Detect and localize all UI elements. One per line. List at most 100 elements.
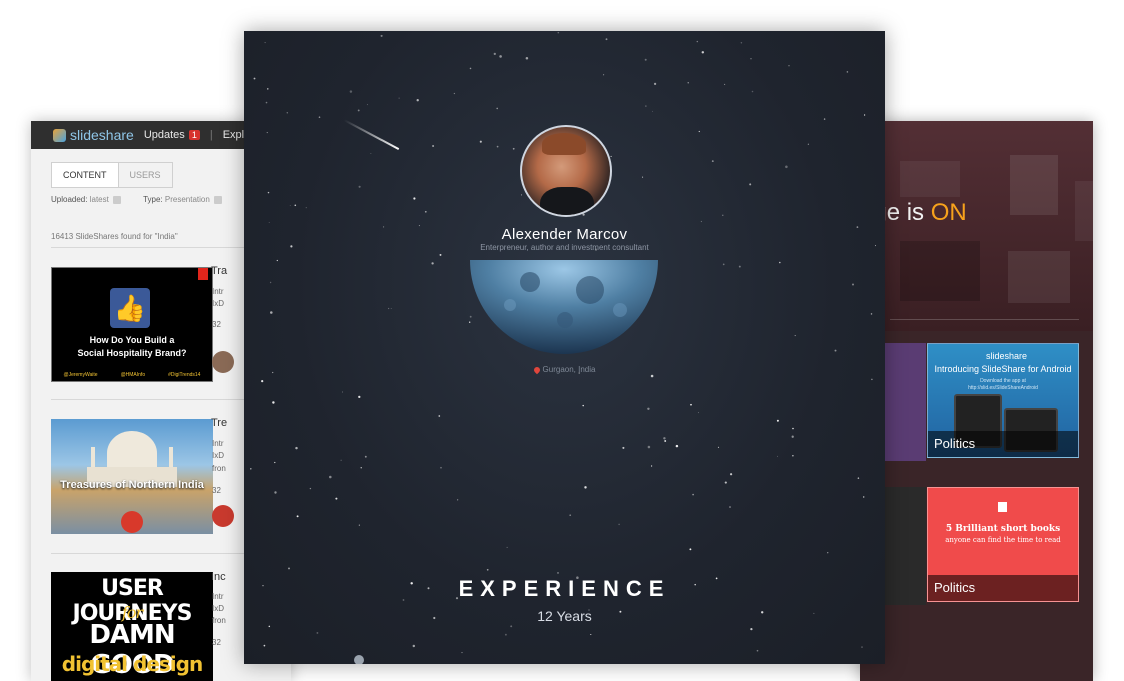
updates-link[interactable]: Updates 1 xyxy=(144,129,200,141)
star xyxy=(309,487,312,490)
star xyxy=(779,261,781,264)
hero-tile xyxy=(900,241,980,301)
star xyxy=(692,493,694,496)
star xyxy=(857,477,860,479)
result-thumbnail[interactable]: USER JOURNEYS for DAMN GOOD digital desi… xyxy=(51,572,213,681)
type-filter-value: Presentation xyxy=(164,195,210,204)
uploaded-filter-value: latest xyxy=(89,195,109,204)
star xyxy=(823,118,826,120)
star xyxy=(380,34,383,37)
star xyxy=(439,253,442,256)
star xyxy=(512,147,515,150)
star xyxy=(740,42,743,44)
star xyxy=(697,412,699,414)
star xyxy=(358,395,361,399)
star xyxy=(792,427,794,430)
card-title: Introducing SlideShare for Android xyxy=(934,364,1072,374)
result-meta: 32 xyxy=(212,320,221,329)
star xyxy=(340,459,342,461)
slideshare-logo[interactable]: slideshare xyxy=(53,127,134,143)
thumbnail-title: How Do You Build a Social Hospitality Br… xyxy=(77,335,187,358)
star xyxy=(424,210,427,213)
star xyxy=(751,90,754,93)
star xyxy=(689,548,692,551)
star xyxy=(335,497,338,500)
star xyxy=(294,204,297,207)
star xyxy=(496,145,499,148)
star xyxy=(675,444,679,448)
hero-headline-highlight: ON xyxy=(930,199,967,226)
star xyxy=(506,546,508,548)
author-avatar[interactable] xyxy=(212,505,234,527)
star xyxy=(390,308,392,309)
star xyxy=(269,281,272,284)
star xyxy=(268,222,270,224)
star xyxy=(329,475,332,479)
nav-separator: | xyxy=(209,129,213,141)
tab-users[interactable]: USERS xyxy=(118,162,173,188)
type-filter[interactable]: Type: Presentation xyxy=(143,195,223,204)
astronaut-icon xyxy=(354,655,364,664)
star xyxy=(357,109,360,112)
star xyxy=(870,313,873,315)
feature-card[interactable]: slideshare Introducing SlideShare for An… xyxy=(927,343,1079,458)
thumbnail-tags: @JeremyWaite @HMAInfo #DigiTrends14 xyxy=(52,372,212,378)
result-item[interactable]: 👍 How Do You Build a Social Hospitality … xyxy=(51,267,213,382)
result-item[interactable]: USER JOURNEYS for DAMN GOOD digital desi… xyxy=(51,572,213,681)
star xyxy=(557,31,560,34)
star xyxy=(664,440,667,442)
star xyxy=(270,311,273,314)
moon-graphic xyxy=(470,260,658,354)
star xyxy=(603,74,605,76)
star xyxy=(557,572,559,574)
thumbnail-title: Treasures of Northern India xyxy=(60,479,204,491)
star xyxy=(479,140,482,143)
star xyxy=(504,633,507,636)
star xyxy=(610,155,612,157)
star xyxy=(717,446,720,448)
author-avatar[interactable] xyxy=(212,351,234,373)
chevron-down-icon xyxy=(113,195,122,204)
result-title[interactable]: Inc xyxy=(211,571,226,583)
avatar-hair xyxy=(542,133,586,155)
star xyxy=(792,455,794,457)
star xyxy=(807,143,810,145)
star xyxy=(788,64,790,67)
uploaded-filter[interactable]: Uploaded: latest xyxy=(51,195,122,204)
feature-card[interactable]: 5 Brilliant short books anyone can find … xyxy=(927,487,1079,602)
adobe-logo-icon xyxy=(198,268,208,280)
hero-tile xyxy=(1075,181,1093,241)
avatar[interactable] xyxy=(520,125,612,217)
star xyxy=(650,374,654,378)
location-text: Gurgaon, India xyxy=(542,365,596,374)
card-subtitle: anyone can find the time to read xyxy=(945,536,1061,544)
result-item[interactable]: Treasures of Northern India xyxy=(51,419,213,534)
star xyxy=(644,58,647,61)
star xyxy=(584,486,587,489)
tab-content[interactable]: CONTENT xyxy=(51,162,119,188)
star xyxy=(274,491,277,494)
experience-value: 12 Years xyxy=(537,608,592,624)
updates-badge: 1 xyxy=(188,130,200,140)
star xyxy=(398,97,400,99)
map-pin-icon xyxy=(532,365,541,375)
card-subtitle: Download the app at http://slid.es/Slide… xyxy=(968,378,1038,391)
result-thumbnail[interactable]: 👍 How Do You Build a Social Hospitality … xyxy=(51,267,213,382)
star xyxy=(863,114,866,116)
result-title[interactable]: Tre xyxy=(211,417,227,429)
star xyxy=(438,415,441,417)
star xyxy=(687,82,689,84)
result-thumbnail[interactable]: Treasures of Northern India xyxy=(51,419,213,534)
card-logo: slideshare xyxy=(986,351,1028,361)
star xyxy=(413,197,416,200)
card-title: 5 Brilliant short books xyxy=(945,524,1061,534)
result-title[interactable]: Tra xyxy=(211,265,227,277)
star xyxy=(457,499,459,501)
avatar-shirt xyxy=(540,187,594,215)
star xyxy=(261,379,264,383)
star xyxy=(416,99,419,102)
star xyxy=(486,568,489,571)
updates-label: Updates xyxy=(143,129,185,141)
result-description: Intr xyxy=(212,592,224,601)
star xyxy=(722,214,724,216)
